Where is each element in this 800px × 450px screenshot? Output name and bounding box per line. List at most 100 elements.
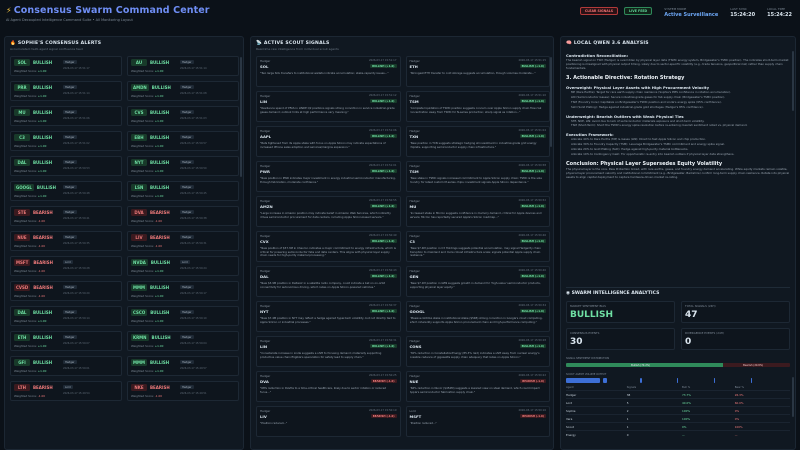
agent-signals: 5	[626, 398, 683, 407]
consensus-card[interactable]: C3 BULLISH Hedger 2026-03-17 15:51:02 Weight…	[10, 131, 122, 151]
consensus-card[interactable]: PRR BULLISH Hedger 2026-03-17 15:51:14 Weigh…	[10, 81, 122, 101]
weighted-score-label: Weighted Score:	[14, 194, 37, 198]
consensus-card[interactable]: CVSD BEARISH Hedger 2026-03-17 15:50:20 Weig…	[10, 281, 122, 301]
signal-label: BULLISH	[150, 185, 170, 190]
source-tag: Hedger	[180, 235, 194, 239]
consensus-card[interactable]: NYT BULLISH Hedger 2026-03-17 15:50:50 Weigh…	[127, 156, 239, 176]
consensus-card[interactable]: GFI BULLISH Hedger 2026-03-17 15:50:01 Weigh…	[10, 356, 122, 376]
weighted-score: Weighted Score: +1.00	[14, 69, 46, 73]
consensus-scrollbar[interactable]	[240, 57, 242, 177]
weighted-score-value: +1.00	[37, 344, 47, 348]
scout-badge: BULLISH (+1.0)	[370, 99, 397, 103]
agent-name: Vera	[566, 414, 627, 423]
signal-time: 2026-03-17 15:50:48	[63, 192, 90, 195]
scout-time: 2026-03-17 15:50:31	[368, 339, 397, 342]
agent-bear: 100%	[734, 422, 790, 431]
execution-list: Allocate 40% to Rare Earths (MP) & Gases…	[566, 137, 790, 156]
scout-card[interactable]: Hedger NUE 2026-03-17 15:50:22 BEARISH (-1.…	[405, 371, 550, 402]
scout-card[interactable]: Hedger TSM 2026-03-17 15:51:10 BULLISH (+1.…	[405, 91, 550, 122]
bolt-icon: ⚡	[6, 6, 12, 15]
scout-card[interactable]: Hedger C3 2026-03-17 15:50:46 BULLISH (+1.0…	[405, 231, 550, 262]
signal-time: 2026-03-17 15:50:35	[63, 242, 90, 245]
consensus-card[interactable]: MSFT BEARISH Lord 2026-03-17 15:50:28 Weight…	[10, 256, 122, 276]
source-tag: Hedger	[180, 160, 194, 164]
clear-signals-button[interactable]: CLEAR SIGNALS	[579, 7, 619, 15]
agent-bear: 0%	[734, 406, 790, 415]
swarm-title: ◉ SWARM INTELLIGENCE ANALYTICS	[566, 291, 659, 296]
consensus-card[interactable]: AU BULLISH Hedger 2026-03-17 15:51:14 Weight…	[127, 56, 239, 76]
weighted-score: Weighted Score: -1.00	[14, 269, 45, 273]
scout-card[interactable]: Hedger AMZN 2026-03-17 15:50:55 BULLISH (+1…	[256, 196, 401, 227]
scout-card[interactable]: Hedger GOOGL 2026-03-17 15:50:34 BULLISH (+…	[405, 301, 550, 332]
ticker-badge: SOL	[14, 59, 30, 66]
scout-time: 2026-03-17 15:50:16	[518, 409, 546, 412]
source-tag: Hedger	[63, 210, 77, 214]
scout-badge: BULLISH (+1.0)	[519, 64, 546, 68]
scout-card[interactable]: Hedger LIN 2026-03-17 15:51:12 BULLISH (+1.…	[256, 91, 401, 122]
agent-volume-table: Agent Signals Bull % Bear % Hedger 38 73.7…	[566, 385, 790, 438]
scout-badge: BULLISH (+1.0)	[519, 204, 546, 208]
scout-card[interactable]: Hedger GEN 2026-03-17 15:50:40 BULLISH (+1.…	[405, 266, 550, 297]
volume-bar	[677, 378, 678, 383]
scout-card[interactable]: Hedger MU 2026-03-17 15:50:52 BULLISH (+1.0…	[405, 196, 550, 227]
consensus-card[interactable]: EBH BULLISH Hedger 2026-03-17 15:50:57 Weigh…	[127, 131, 239, 151]
consensus-card[interactable]: DVA BEARISH Hedger 2026-03-17 15:50:38 Weigh…	[127, 206, 239, 226]
consensus-card[interactable]: MMM BULLISH Hedger 2026-03-17 15:50:17 Weigh…	[127, 281, 239, 301]
scout-card[interactable]: Hedger TSM 2026-03-17 15:50:58 BULLISH (+1.…	[405, 161, 550, 192]
consensus-card[interactable]: MU BULLISH Hedger 2026-03-17 15:51:06 Weight…	[10, 106, 122, 126]
agent-signals: 1	[626, 414, 683, 423]
weighted-score: Weighted Score: -1.00	[131, 219, 162, 223]
consensus-card[interactable]: NKE BEARISH Hedger 2026-03-17 15:49:51 Weigh…	[127, 381, 239, 401]
signal-time: 2026-03-17 15:50:04	[180, 342, 207, 345]
scout-card[interactable]: Hedger NYT 2026-03-17 15:50:37 BULLISH (+1.…	[256, 301, 401, 332]
consensus-card[interactable]: LSN BULLISH Hedger 2026-03-17 15:50:45 Weigh…	[127, 181, 239, 201]
scout-time: 2026-03-17 15:50:37	[368, 304, 397, 307]
scout-card[interactable]: Hedger LIN 2026-03-17 15:50:31 BULLISH (+1.…	[256, 336, 401, 367]
consensus-card[interactable]: LIV BEARISH Hedger 2026-03-17 15:50:31 Weigh…	[127, 231, 239, 251]
weighted-score-label: Weighted Score:	[131, 319, 154, 323]
consensus-card[interactable]: AMDN BULLISH Hedger 2026-03-17 15:51:08 Weig…	[127, 81, 239, 101]
scout-card[interactable]: Hedger DAL 2026-03-17 15:50:43 BULLISH (+1.…	[256, 266, 401, 297]
signal-label: BULLISH	[150, 285, 170, 290]
consensus-card[interactable]: GOOGL BULLISH Hedger 2026-03-17 15:50:48 Wei…	[10, 181, 122, 201]
weighted-score-value: +1.00	[154, 344, 164, 348]
consensus-card[interactable]: LTH BEARISH Lord 2026-03-17 15:49:54 Weighte…	[10, 381, 122, 401]
scout-card[interactable]: Hedger CONS 2026-03-17 15:50:28 BULLISH (+1…	[405, 336, 550, 367]
consensus-card[interactable]: CSCO BULLISH Hedger 2026-03-17 15:50:10 Weig…	[127, 306, 239, 326]
consensus-card[interactable]: ETH BULLISH Hedger 2026-03-17 15:50:07 Weigh…	[10, 331, 122, 351]
source-tag: Hedger	[180, 110, 194, 114]
scout-card[interactable]: Hedger ETH 2026-03-17 15:51:15 BULLISH (+1.…	[405, 56, 550, 87]
consensus-card[interactable]: NVDA BULLISH Lord 2026-03-17 15:50:24 Weight…	[127, 256, 239, 276]
consensus-card[interactable]: KRMN BULLISH Hedger 2026-03-17 15:50:04 Weig…	[127, 331, 239, 351]
scout-card[interactable]: Hedger LIV 2026-03-17 15:50:19 BEARISH (-1.…	[256, 406, 401, 437]
weighted-score-value: +1.00	[154, 119, 164, 123]
scout-card[interactable]: Hedger SOL 2026-03-17 15:51:17 BULLISH (+1.…	[256, 56, 401, 87]
source-tag: Hedger	[63, 160, 77, 164]
scout-card[interactable]: Hedger TXN 2026-03-17 15:51:04 BULLISH (+1.…	[405, 126, 550, 157]
signal-label: BULLISH	[33, 335, 53, 340]
live-feed-button[interactable]: LIVE FEED	[624, 7, 653, 15]
scout-card[interactable]: Hedger AAPL 2026-03-17 15:51:06 BULLISH (+1…	[256, 126, 401, 157]
signal-label: BULLISH	[151, 335, 171, 340]
consensus-card[interactable]: NUE BEARISH Hedger 2026-03-17 15:50:35 Weigh…	[10, 231, 122, 251]
consensus-card[interactable]: CVS BULLISH Hedger 2026-03-17 15:51:03 Weigh…	[127, 106, 239, 126]
ticker-badge: LIV	[131, 234, 147, 241]
consensus-events-label: CONSENSUS EVENTS	[570, 331, 600, 335]
consensus-card[interactable]: MMM BULLISH Hedger 2026-03-17 15:49:57 Weigh…	[127, 356, 239, 376]
ticker-badge: STE	[14, 209, 30, 216]
scout-scrollbar[interactable]	[550, 57, 552, 147]
consensus-card[interactable]: DAL BULLISH Hedger 2026-03-17 15:50:53 Weigh…	[10, 156, 122, 176]
source-tag: Hedger	[63, 310, 77, 314]
bearish-percent-label: Bearish (29.8%)	[743, 363, 764, 367]
scout-card[interactable]: Hedger DVA 2026-03-17 15:50:25 BEARISH (-1.…	[256, 371, 401, 402]
scout-card[interactable]: Hedger PWR 2026-03-17 15:51:01 BULLISH (+1.…	[256, 161, 401, 192]
scout-card[interactable]: Lord MSFT 2026-03-17 15:50:16 BEARISH (-1.0…	[405, 406, 550, 437]
weighted-score-label: Weighted Score:	[14, 269, 37, 273]
consensus-card[interactable]: DAL BULLISH Hedger 2026-03-17 15:50:14 Weigh…	[10, 306, 122, 326]
scout-card[interactable]: Hedger CVX 2026-03-17 15:50:49 BULLISH (+1.…	[256, 231, 401, 262]
swarm-scrollbar[interactable]	[792, 377, 794, 417]
analysis-scrollbar[interactable]	[792, 51, 794, 111]
consensus-card[interactable]: STE BEARISH Hedger 2026-03-17 15:50:41 Weigh…	[10, 206, 122, 226]
consensus-card[interactable]: SOL BULLISH Hedger 2026-03-17 15:51:17 Weigh…	[10, 56, 122, 76]
scout-badge: BULLISH (+1.0)	[370, 204, 397, 208]
